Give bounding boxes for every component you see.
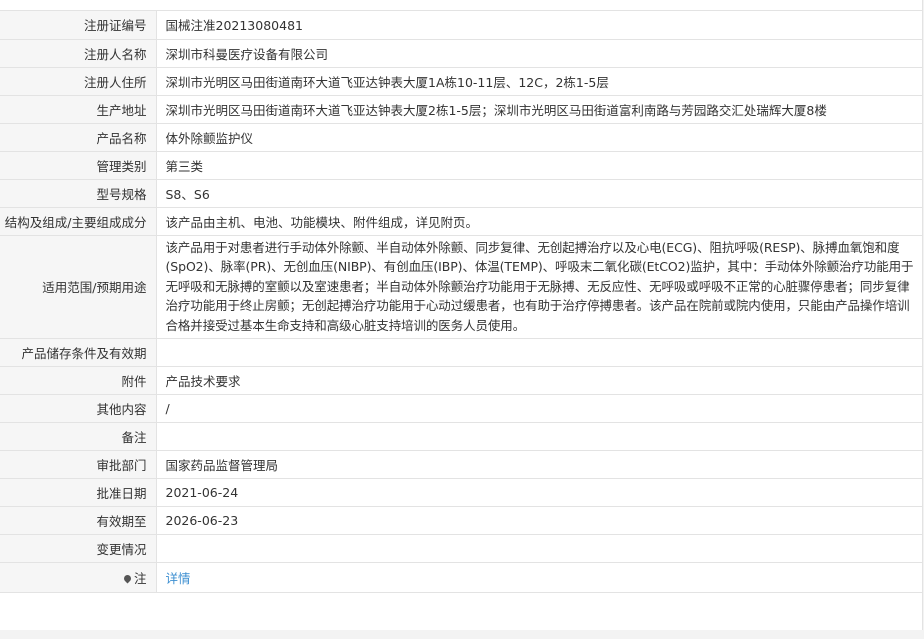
row-intended-use: 适用范围/预期用途 该产品用于对患者进行手动体外除颤、半自动体外除颤、同步复律、… <box>0 235 922 339</box>
value-valid-until: 2026-06-23 <box>156 506 922 535</box>
row-management-category: 管理类别 第三类 <box>0 151 922 180</box>
label-registrant-address: 注册人住所 <box>0 67 157 96</box>
label-storage: 产品储存条件及有效期 <box>0 338 157 367</box>
value-storage <box>156 338 922 367</box>
label-management-category: 管理类别 <box>0 151 157 180</box>
value-product-name: 体外除颤监护仪 <box>156 123 922 152</box>
value-production-address: 深圳市光明区马田街道南环大道飞亚达钟表大厦2栋1-5层；深圳市光明区马田街道富利… <box>156 95 922 124</box>
value-note: 详情 <box>156 562 922 593</box>
value-intended-use: 该产品用于对患者进行手动体外除颤、半自动体外除颤、同步复律、无创起搏治疗以及心电… <box>156 235 922 339</box>
row-model-spec: 型号规格 S8、S6 <box>0 179 922 208</box>
row-change-history: 变更情况 <box>0 534 922 563</box>
label-registrant-name: 注册人名称 <box>0 39 157 68</box>
label-approval-date: 批准日期 <box>0 478 157 507</box>
row-remarks: 备注 <box>0 422 922 451</box>
value-registration-number: 国械注准20213080481 <box>156 11 922 40</box>
label-composition: 结构及组成/主要组成成分 <box>0 207 157 236</box>
row-registrant-name: 注册人名称 深圳市科曼医疗设备有限公司 <box>0 39 922 68</box>
value-approval-date: 2021-06-24 <box>156 478 922 507</box>
label-production-address: 生产地址 <box>0 95 157 124</box>
value-management-category: 第三类 <box>156 151 922 180</box>
row-valid-until: 有效期至 2026-06-23 <box>0 506 922 535</box>
value-other-content: / <box>156 394 922 423</box>
value-change-history <box>156 534 922 563</box>
pin-icon <box>122 573 133 583</box>
label-other-content: 其他内容 <box>0 394 157 423</box>
label-valid-until: 有效期至 <box>0 506 157 535</box>
value-approval-department: 国家药品监督管理局 <box>156 450 922 479</box>
label-change-history: 变更情况 <box>0 534 157 563</box>
note-label-text: 注 <box>133 570 147 586</box>
row-registrant-address: 注册人住所 深圳市光明区马田街道南环大道飞亚达钟表大厦1A栋10-11层、12C… <box>0 67 922 96</box>
row-other-content: 其他内容 / <box>0 394 922 423</box>
row-attachment: 附件 产品技术要求 <box>0 366 922 395</box>
value-composition: 该产品由主机、电池、功能模块、附件组成，详见附页。 <box>156 207 922 236</box>
label-note: 注 <box>0 562 157 593</box>
label-approval-department: 审批部门 <box>0 450 157 479</box>
row-storage: 产品储存条件及有效期 <box>0 338 922 367</box>
label-remarks: 备注 <box>0 422 157 451</box>
value-registrant-name: 深圳市科曼医疗设备有限公司 <box>156 39 922 68</box>
row-approval-department: 审批部门 国家药品监督管理局 <box>0 450 922 479</box>
row-note: 注 详情 <box>0 562 922 593</box>
row-product-name: 产品名称 体外除颤监护仪 <box>0 123 922 152</box>
label-product-name: 产品名称 <box>0 123 157 152</box>
row-registration-number: 注册证编号 国械注准20213080481 <box>0 11 922 40</box>
value-registrant-address: 深圳市光明区马田街道南环大道飞亚达钟表大厦1A栋10-11层、12C，2栋1-5… <box>156 67 922 96</box>
label-intended-use: 适用范围/预期用途 <box>0 235 157 339</box>
registration-sheet: 注册证编号 国械注准20213080481 注册人名称 深圳市科曼医疗设备有限公… <box>0 0 923 630</box>
top-divider <box>0 0 922 11</box>
details-link[interactable]: 详情 <box>166 571 191 586</box>
label-registration-number: 注册证编号 <box>0 11 157 40</box>
row-production-address: 生产地址 深圳市光明区马田街道南环大道飞亚达钟表大厦2栋1-5层；深圳市光明区马… <box>0 95 922 124</box>
value-remarks <box>156 422 922 451</box>
value-model-spec: S8、S6 <box>156 179 922 208</box>
value-attachment: 产品技术要求 <box>156 366 922 395</box>
row-approval-date: 批准日期 2021-06-24 <box>0 478 922 507</box>
registration-table: 注册证编号 国械注准20213080481 注册人名称 深圳市科曼医疗设备有限公… <box>0 11 922 593</box>
label-attachment: 附件 <box>0 366 157 395</box>
row-composition: 结构及组成/主要组成成分 该产品由主机、电池、功能模块、附件组成，详见附页。 <box>0 207 922 236</box>
label-model-spec: 型号规格 <box>0 179 157 208</box>
